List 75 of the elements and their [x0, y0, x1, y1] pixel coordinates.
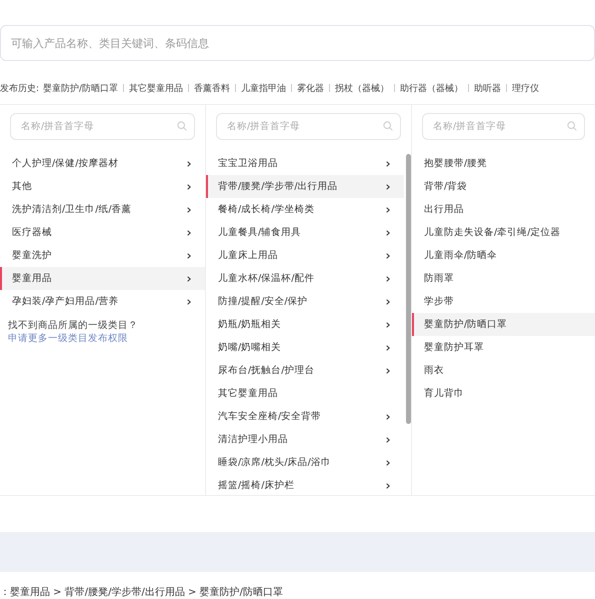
category-item[interactable]: 婴童用品 [0, 267, 205, 290]
category-item[interactable]: 餐椅/成长椅/学坐椅类 [206, 198, 404, 221]
category-item[interactable]: 雨衣 [412, 359, 595, 382]
category-item[interactable]: 尿布台/抚触台/护理台 [206, 359, 404, 382]
chevron-icon [386, 368, 390, 374]
search-field[interactable]: 可输入产品名称、类目关键词、条码信息 [0, 25, 595, 61]
history-link[interactable]: 理疗仪 [512, 82, 540, 94]
history-link[interactable]: 拐杖（器械） [335, 82, 390, 94]
history-link[interactable]: 香薰香料 [194, 82, 230, 94]
category-item[interactable]: 宝宝卫浴用品 [206, 152, 404, 175]
category-item[interactable]: 清洁护理小用品 [206, 428, 404, 451]
history-link[interactable]: 助行器（器械） [400, 82, 464, 94]
category-item[interactable]: 医疗器械 [0, 221, 205, 244]
category-item[interactable]: 儿童水杯/保温杯/配件 [206, 267, 404, 290]
chevron-icon [187, 298, 191, 304]
history-link[interactable]: 雾化器 [297, 82, 324, 94]
category-item[interactable]: 洗护清洁剂/卫生巾/纸/香薰 [0, 198, 205, 221]
request-link[interactable]: 申请更多一级类目发布权限 [8, 333, 128, 344]
history-link[interactable]: 儿童指甲油 [241, 82, 286, 94]
category-item[interactable]: 儿童床上用品 [206, 244, 404, 267]
category-item[interactable]: 儿童餐具/辅食用具 [206, 221, 404, 244]
category-item[interactable]: 孕妇装/孕产妇用品/营养 [0, 290, 205, 313]
scrollbar[interactable] [406, 154, 411, 424]
chevron-icon [187, 252, 191, 258]
history-link[interactable]: 其它婴童用品 [129, 82, 184, 94]
chevron-icon [386, 482, 390, 488]
category-item[interactable]: 防撞/提醒/安全/保护 [206, 290, 404, 313]
chevron-icon [386, 322, 390, 328]
category-item[interactable]: 儿童雨伞/防晒伞 [412, 244, 595, 267]
chevron-icon [386, 344, 390, 350]
chevron-icon [386, 298, 390, 304]
chevron-icon [187, 230, 191, 236]
chevron-icon [187, 184, 191, 190]
category-item[interactable]: 其他 [0, 175, 205, 198]
category-item[interactable]: 奶瓶/奶瓶相关 [206, 313, 404, 336]
category-item[interactable]: 婴童防护耳罩 [412, 336, 595, 359]
category-item[interactable]: 背带/背袋 [412, 175, 595, 198]
chevron-icon [386, 230, 390, 236]
search-icon [567, 121, 577, 131]
chevron-icon [386, 206, 390, 212]
history-link[interactable]: 婴童防护/防晒口罩 [43, 82, 118, 94]
category-item[interactable]: 育儿背巾 [412, 382, 595, 405]
category-path: ：婴童用品 > 背带/腰凳/学步带/出行用品 > 婴童防护/防晒口罩 [0, 586, 284, 599]
search-field[interactable]: 名称/拼音首字母 [216, 113, 401, 140]
category-item[interactable]: 其它婴童用品 [206, 382, 404, 405]
category-item[interactable]: 奶嘴/奶嘴相关 [206, 336, 404, 359]
history-link[interactable]: 助听器 [474, 82, 502, 94]
category-item[interactable]: 防雨罩 [412, 267, 595, 290]
category-item[interactable]: 抱婴腰带/腰凳 [412, 152, 595, 175]
history-label: 发布历史: [0, 82, 40, 94]
category-item[interactable]: 汽车安全座椅/安全背带 [206, 405, 404, 428]
category-item[interactable]: 婴童洗护 [0, 244, 205, 267]
category-item[interactable]: 儿童防走失设备/牵引绳/定位器 [412, 221, 595, 244]
help-text: 找不到商品所属的一级类目？ 申请更多一级类目发布权限 [8, 319, 139, 345]
category-item[interactable]: 背带/腰凳/学步带/出行用品 [206, 175, 404, 198]
search-icon [383, 121, 393, 131]
category-item[interactable]: 出行用品 [412, 198, 595, 221]
chevron-icon [386, 460, 390, 466]
chevron-icon [386, 184, 390, 190]
chevron-icon [386, 436, 390, 442]
search-field[interactable]: 名称/拼音首字母 [422, 113, 585, 140]
category-item[interactable]: 摇篮/摇椅/床护栏 [206, 474, 404, 495]
category-item[interactable]: 睡袋/凉席/枕头/床品/浴巾 [206, 451, 404, 474]
search-icon [177, 121, 187, 131]
search-field[interactable]: 名称/拼音首字母 [10, 113, 195, 140]
chevron-icon [386, 160, 390, 166]
chevron-icon [187, 276, 191, 282]
chevron-icon [386, 276, 390, 282]
category-item[interactable]: 个人护理/保健/按摩器材 [0, 152, 205, 175]
chevron-icon [386, 252, 390, 258]
chevron-icon [187, 206, 191, 212]
category-item[interactable]: 婴童防护/防晒口罩 [412, 313, 595, 336]
chevron-icon [187, 160, 191, 166]
category-item[interactable]: 学步带 [412, 290, 595, 313]
chevron-icon [386, 414, 390, 420]
